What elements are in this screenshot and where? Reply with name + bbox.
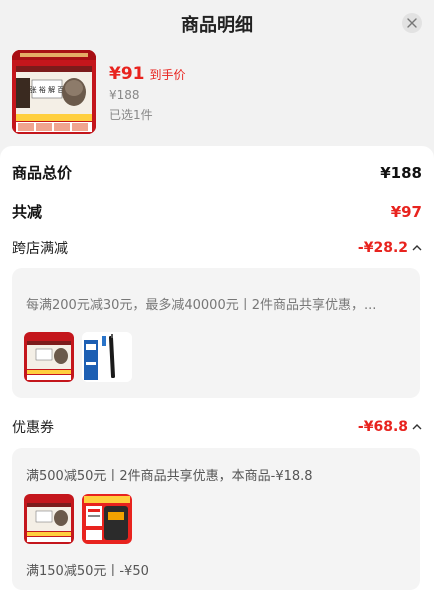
- selected-quantity: 已选1件: [109, 108, 153, 122]
- final-price-tag: 到手价: [149, 68, 186, 82]
- coupon-detail: 满500减50元丨2件商品共享优惠，本商品-¥18.8 满150减50元丨-¥5…: [12, 448, 420, 590]
- close-button[interactable]: [402, 13, 422, 33]
- product-thumbnail[interactable]: 张 裕 解 百: [12, 50, 96, 134]
- final-price: ¥91: [109, 64, 145, 84]
- coffee-product-image: [82, 494, 132, 544]
- cross-store-value: -¥28.2: [357, 240, 408, 256]
- total-price-row: 商品总价 ¥188: [12, 162, 422, 183]
- product-info: ¥91 到手价 ¥188 已选1件: [109, 64, 186, 123]
- liquor-gift-box-image: [24, 494, 74, 544]
- cross-store-product-1[interactable]: [24, 332, 74, 382]
- coupon-product-2[interactable]: [82, 494, 132, 544]
- final-price-line: ¥91 到手价: [109, 64, 186, 84]
- cross-store-description: 每满200元减30元，最多减40000元丨2件商品共享优惠，...: [26, 298, 377, 313]
- total-price-value: ¥188: [380, 163, 422, 182]
- liquor-gift-box-image: 张 裕 解 百: [12, 50, 96, 134]
- coupon-1-description: 满500减50元丨2件商品共享优惠，本商品-¥18.8: [26, 469, 313, 484]
- cross-store-detail: 每满200元减30元，最多减40000元丨2件商品共享优惠，...: [12, 268, 420, 398]
- pen-product-image: [82, 332, 132, 382]
- original-price: ¥188: [109, 88, 140, 102]
- coupon-product-1[interactable]: [24, 494, 74, 544]
- total-price-label: 商品总价: [12, 164, 73, 182]
- svg-text:张 裕 解 百: 张 裕 解 百: [30, 85, 65, 94]
- total-reduction-row: 共减 ¥97: [12, 201, 422, 222]
- sheet-title: 商品明细: [181, 15, 253, 36]
- chevron-up-icon[interactable]: [412, 423, 422, 431]
- chevron-up-icon[interactable]: [412, 244, 422, 252]
- sheet-header: 商品明细: [0, 0, 434, 44]
- total-reduction-value: ¥97: [390, 202, 422, 221]
- cross-store-label: 跨店满减: [12, 241, 68, 257]
- total-reduction-label: 共减: [12, 203, 43, 221]
- cross-store-value-wrap: -¥28.2: [358, 240, 422, 256]
- coupon-value: -¥68.8: [357, 419, 408, 435]
- coupon-label: 优惠券: [12, 420, 54, 436]
- liquor-gift-box-image: [24, 332, 74, 382]
- cross-store-product-2[interactable]: [82, 332, 132, 382]
- close-icon: [407, 18, 417, 28]
- coupon-row[interactable]: 优惠券 -¥68.8: [12, 417, 422, 437]
- product-summary: 张 裕 解 百 ¥91 到手价 ¥188 已选1件: [12, 50, 422, 134]
- coupon-2-description: 满150减50元丨-¥50: [26, 564, 149, 579]
- coupon-value-wrap: -¥68.8: [358, 419, 422, 435]
- price-breakdown-card: 商品总价 ¥188 共减 ¥97 跨店满减 -¥28.2 每满200元减30元，…: [0, 146, 434, 604]
- cross-store-row[interactable]: 跨店满减 -¥28.2: [12, 238, 422, 258]
